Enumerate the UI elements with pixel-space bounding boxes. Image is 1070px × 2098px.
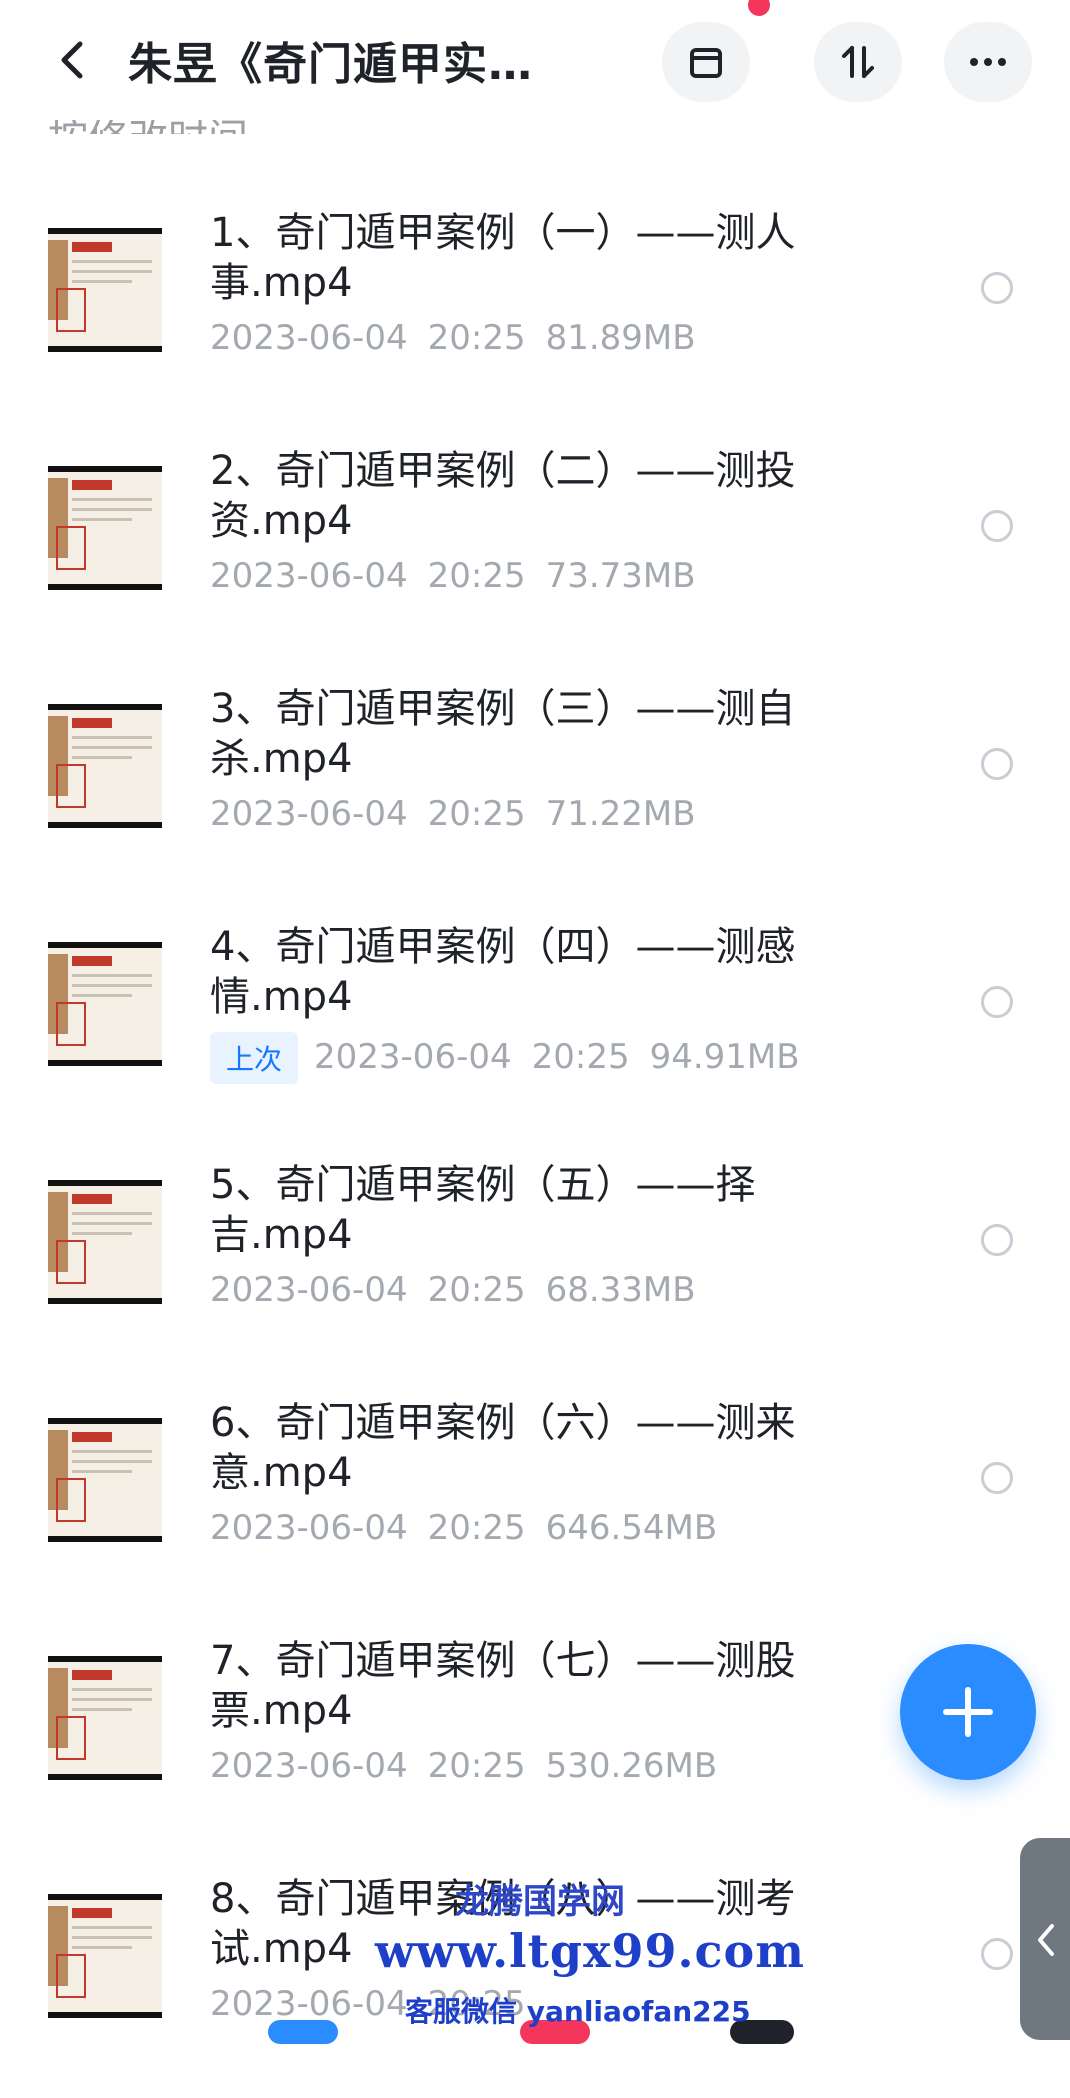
file-meta: 2023-06-04 20:25 71.22MB [210, 794, 716, 834]
select-radio[interactable] [981, 1938, 1013, 1970]
video-thumbnail [48, 1656, 162, 1780]
video-thumbnail [48, 228, 162, 352]
file-size: 73.73MB [545, 556, 696, 596]
notification-dot [748, 0, 770, 16]
file-meta: 上次 2023-06-04 20:25 94.91MB [210, 1032, 820, 1084]
select-radio[interactable] [981, 1224, 1013, 1256]
square-stack-icon [690, 48, 722, 78]
watermark-contact: 客服微信 yanliaofan225 [405, 1995, 751, 2028]
multi-select-button[interactable] [662, 22, 750, 102]
file-name: 7、奇门遁甲案例（七）——测股票.mp4 [210, 1638, 796, 1734]
watermark-site-name: 龙腾国学网 [455, 1882, 625, 1922]
file-size: 530.26MB [545, 1746, 718, 1786]
add-button[interactable] [900, 1644, 1036, 1780]
chevron-left-icon [61, 41, 83, 79]
file-meta: 2023-06-04 20:25 81.89MB [210, 318, 716, 358]
file-size: 81.89MB [545, 318, 696, 358]
file-row[interactable]: 2、奇门遁甲案例（二）——测投资.mp4 2023-06-04 20:25 73.73… [0, 432, 1070, 670]
file-name: 1、奇门遁甲案例（一）——测人事.mp4 [210, 210, 796, 306]
video-thumbnail [48, 942, 162, 1066]
file-row[interactable]: 6、奇门遁甲案例（六）——测来意.mp4 2023-06-04 20:25 646.5… [0, 1384, 1070, 1622]
file-row[interactable]: 3、奇门遁甲案例（三）——测自杀.mp4 2023-06-04 20:25 71.22… [0, 670, 1070, 908]
file-name: 4、奇门遁甲案例（四）——测感情.mp4 [210, 924, 796, 1020]
file-size: 94.91MB [649, 1036, 800, 1077]
file-name: 3、奇门遁甲案例（三）——测自杀.mp4 [210, 686, 796, 782]
file-size: 68.33MB [545, 1270, 696, 1310]
file-time: 20:25 [427, 794, 526, 834]
select-radio[interactable] [981, 272, 1013, 304]
file-row[interactable]: 5、奇门遁甲案例（五）——择吉.mp4 2023-06-04 20:25 68.33M… [0, 1146, 1070, 1384]
file-time: 20:25 [427, 1508, 526, 1548]
file-meta: 2023-06-04 20:25 530.26MB [210, 1746, 737, 1786]
page-title: 朱昱《奇门遁甲实… [128, 39, 533, 90]
chevron-left-icon [1038, 1924, 1054, 1956]
file-size: 646.54MB [545, 1508, 718, 1548]
file-row[interactable]: 4、奇门遁甲案例（四）——测感情.mp4 上次 2023-06-04 20:25 94.… [0, 908, 1070, 1146]
select-radio[interactable] [981, 510, 1013, 542]
side-drawer-handle[interactable] [1020, 1838, 1070, 2040]
file-time: 20:25 [531, 1036, 630, 1077]
file-date: 2023-06-04 [210, 1270, 408, 1310]
file-meta: 2023-06-04 20:25 68.33MB [210, 1270, 716, 1310]
video-thumbnail [48, 1418, 162, 1542]
plus-icon [943, 1687, 993, 1737]
file-date: 2023-06-04 [210, 318, 408, 358]
video-thumbnail [48, 704, 162, 828]
file-row[interactable]: 1、奇门遁甲案例（一）——测人事.mp4 2023-06-04 20:25 81.89… [0, 194, 1070, 432]
more-button[interactable] [944, 22, 1032, 102]
file-date: 2023-06-04 [210, 794, 408, 834]
back-button[interactable] [48, 34, 100, 86]
top-bar: 朱昱《奇门遁甲实… [0, 0, 1070, 120]
select-radio[interactable] [981, 1462, 1013, 1494]
select-radio[interactable] [981, 748, 1013, 780]
file-meta: 2023-06-04 20:25 73.73MB [210, 556, 716, 596]
video-thumbnail [48, 1894, 162, 2018]
file-name: 2、奇门遁甲案例（二）——测投资.mp4 [210, 448, 796, 544]
file-name: 5、奇门遁甲案例（五）——择吉.mp4 [210, 1162, 756, 1258]
video-thumbnail [48, 466, 162, 590]
file-size: 71.22MB [545, 794, 696, 834]
file-time: 20:25 [427, 318, 526, 358]
file-time: 20:25 [427, 1746, 526, 1786]
file-time: 20:25 [427, 556, 526, 596]
file-name: 6、奇门遁甲案例（六）——测来意.mp4 [210, 1400, 796, 1496]
more-dots-icon [970, 58, 1006, 66]
file-date: 2023-06-04 [314, 1036, 512, 1077]
file-meta: 2023-06-04 20:25 646.54MB [210, 1508, 737, 1548]
sort-button[interactable] [814, 22, 902, 102]
file-date: 2023-06-04 [210, 1746, 408, 1786]
last-viewed-badge: 上次 [210, 1032, 299, 1084]
file-date: 2023-06-04 [210, 1508, 408, 1548]
file-date: 2023-06-04 [210, 556, 408, 596]
sort-arrows-icon [842, 46, 874, 78]
file-date: 2023-06-04 [210, 1984, 408, 2024]
bottom-nav-item[interactable] [268, 2020, 338, 2044]
select-radio[interactable] [981, 986, 1013, 1018]
watermark-url: www.ltgx99.com [375, 1924, 805, 1978]
video-thumbnail [48, 1180, 162, 1304]
file-time: 20:25 [427, 1270, 526, 1310]
